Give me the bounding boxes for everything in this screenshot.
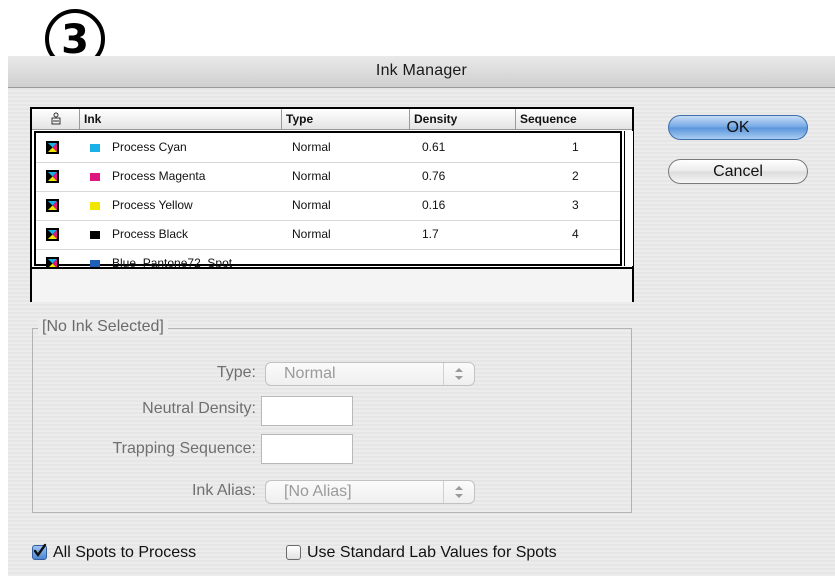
ink-details-legend: [No Ink Selected]	[38, 318, 168, 336]
process-ink-icon[interactable]	[46, 228, 59, 241]
ink-list[interactable]: Ink Type Density Sequence Process Cyan N…	[30, 107, 634, 302]
process-ink-icon[interactable]	[46, 141, 59, 154]
column-header-ink[interactable]: Ink	[80, 109, 282, 129]
all-spots-to-process-checkbox[interactable]: All Spots to Process	[32, 543, 272, 564]
ink-alias-label: Ink Alias:	[191, 482, 256, 499]
ink-list-scrollbar[interactable]	[624, 131, 633, 266]
ink-name: Process Cyan	[112, 140, 187, 154]
type-popup[interactable]: Normal	[265, 362, 475, 386]
ink-swatch	[90, 173, 100, 181]
ink-row[interactable]: Process Cyan Normal 0.61 1	[36, 133, 620, 163]
ink-row[interactable]: Process Black Normal 1.7 4	[36, 220, 620, 250]
ink-list-empty-area	[32, 267, 632, 302]
ink-type: Normal	[292, 169, 331, 183]
use-standard-lab-values-label: Use Standard Lab Values for Spots	[307, 544, 557, 561]
checkbox-checked-icon[interactable]	[32, 543, 47, 560]
stepper-arrows-icon	[443, 363, 474, 385]
ink-name: Process Black	[112, 227, 189, 241]
ink-row[interactable]: Process Magenta Normal 0.76 2	[36, 162, 620, 192]
trapping-sequence-label: Trapping Sequence:	[112, 440, 256, 457]
column-header-density[interactable]: Density	[410, 109, 516, 129]
trapping-sequence-field[interactable]	[261, 434, 353, 464]
ink-density: 1.7	[422, 227, 439, 241]
ink-rows: Process Cyan Normal 0.61 1 Process Magen…	[34, 131, 622, 270]
ok-button[interactable]: OK	[668, 115, 808, 140]
step-number: 3	[61, 17, 89, 63]
neutral-density-label: Neutral Density:	[142, 400, 256, 417]
column-header-sequence[interactable]: Sequence	[516, 109, 632, 129]
ink-name: Process Magenta	[112, 169, 206, 183]
use-standard-lab-values-checkbox[interactable]: Use Standard Lab Values for Spots	[286, 544, 646, 564]
ink-sequence: 4	[572, 227, 579, 241]
ink-swatch	[90, 144, 100, 152]
ink-alias-popup-value: [No Alias]	[284, 483, 352, 500]
title-bar[interactable]: Ink Manager	[8, 56, 835, 88]
ink-type: Normal	[292, 198, 331, 212]
ink-type: Normal	[292, 140, 331, 154]
ink-alias-popup[interactable]: [No Alias]	[265, 480, 475, 504]
type-label: Type:	[216, 364, 256, 381]
ink-name: Process Yellow	[112, 198, 193, 212]
cancel-button[interactable]: Cancel	[668, 159, 808, 184]
all-spots-to-process-label: All Spots to Process	[53, 544, 197, 561]
ink-sequence: 1	[572, 140, 579, 154]
ink-density: 0.61	[422, 140, 446, 154]
type-popup-value: Normal	[284, 365, 336, 382]
printer-icon	[51, 112, 60, 125]
ink-list-header: Ink Type Density Sequence	[32, 109, 632, 130]
window-title: Ink Manager	[375, 62, 468, 79]
ink-swatch	[90, 231, 100, 239]
checkbox-unchecked-icon[interactable]	[286, 545, 301, 560]
ink-density: 0.16	[422, 198, 446, 212]
ink-manager-dialog: Ink Manager Ink Type Density Sequence Pr…	[8, 56, 835, 576]
ink-sequence: 2	[572, 169, 579, 183]
process-ink-icon[interactable]	[46, 170, 59, 183]
neutral-density-field[interactable]	[261, 396, 353, 426]
ink-sequence: 3	[572, 198, 579, 212]
ink-swatch	[90, 202, 100, 210]
column-header-type[interactable]: Type	[282, 109, 410, 129]
ink-density: 0.76	[422, 169, 446, 183]
column-header-print[interactable]	[32, 109, 80, 129]
ink-row[interactable]: Process Yellow Normal 0.16 3	[36, 191, 620, 221]
process-ink-icon[interactable]	[46, 199, 59, 212]
stepper-arrows-icon	[443, 481, 474, 503]
ink-type: Normal	[292, 227, 331, 241]
